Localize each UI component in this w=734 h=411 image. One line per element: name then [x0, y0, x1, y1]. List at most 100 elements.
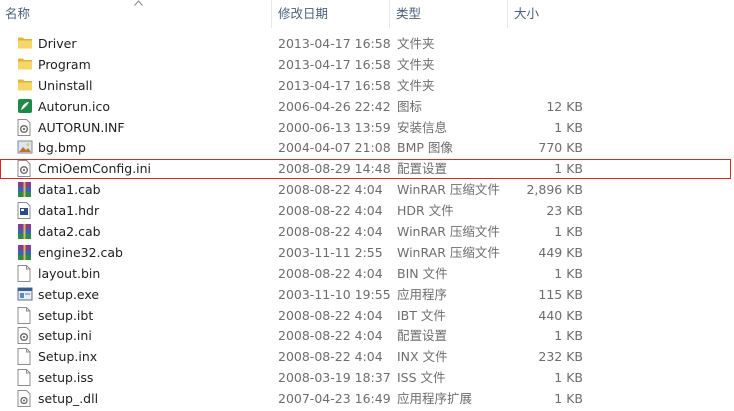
file-type: 应用程序 [397, 286, 448, 302]
file-row[interactable]: Autorun.ico 2006-04-26 22:42 图标 12 KB [0, 96, 734, 117]
file-type: BIN 文件 [397, 265, 448, 281]
file-row[interactable]: setup.ibt 2008-08-22 4:04 IBT 文件 440 KB [0, 305, 734, 326]
file-type: 文件夹 [397, 77, 435, 93]
file-type: 配置设置 [397, 328, 448, 344]
file-size: 232 KB [538, 349, 583, 365]
file-name: engine32.cab [38, 244, 123, 260]
file-row[interactable]: data1.hdr 2008-08-22 4:04 HDR 文件 23 KB [0, 200, 734, 221]
file-row[interactable]: setup.exe 2003-11-10 19:55 应用程序 115 KB [0, 284, 734, 305]
file-row[interactable]: bg.bmp 2004-04-07 21:08 BMP 图像 770 KB [0, 137, 734, 158]
file-name: AUTORUN.INF [38, 119, 125, 135]
winrar-archive-icon [17, 244, 33, 261]
settings-file-icon [17, 118, 33, 136]
file-name: bg.bmp [38, 140, 86, 156]
folder-icon [17, 77, 33, 94]
file-row[interactable]: CmiOemConfig.ini 2008-08-29 14:48 配置设置 1 KB [0, 158, 734, 179]
file-row[interactable]: setup.iss 2008-03-19 18:37 ISS 文件 1 KB [0, 367, 734, 388]
file-size: 1 KB [554, 265, 583, 281]
file-type: 应用程序扩展 [397, 391, 473, 407]
blank-file-icon [17, 348, 33, 366]
file-date: 2007-04-23 16:49 [278, 391, 391, 407]
file-type: BMP 图像 [397, 140, 453, 156]
file-type: HDR 文件 [397, 203, 454, 219]
file-row[interactable]: Setup.inx 2008-08-22 4:04 INX 文件 232 KB [0, 346, 734, 367]
file-name: setup.iss [38, 370, 94, 386]
file-date: 2004-04-07 21:08 [278, 140, 391, 156]
file-type: 图标 [397, 98, 423, 114]
column-header-date[interactable]: 修改日期 [272, 0, 390, 28]
file-row[interactable]: setup_.dll 2007-04-23 16:49 应用程序扩展 1 KB [0, 388, 734, 409]
file-name: setup.ini [38, 328, 92, 344]
file-date: 2008-08-29 14:48 [278, 161, 391, 177]
file-row[interactable]: engine32.cab 2003-11-11 2:55 WinRAR 压缩文件 44… [0, 242, 734, 263]
file-type: 文件夹 [397, 36, 435, 51]
column-header-size[interactable]: 大小 [508, 0, 592, 28]
file-row[interactable]: Driver 2013-04-17 16:58 文件夹 [0, 33, 734, 54]
file-size: 1 KB [554, 370, 583, 386]
file-size: 770 KB [538, 140, 583, 156]
file-type: WinRAR 压缩文件 [397, 224, 500, 240]
file-name: layout.bin [38, 265, 101, 281]
file-size: 449 KB [538, 244, 583, 260]
file-row[interactable]: data2.cab 2008-08-22 4:04 WinRAR 压缩文件 1 KB [0, 221, 734, 242]
image-file-icon [17, 139, 33, 156]
file-name: CmiOemConfig.ini [38, 161, 152, 177]
sort-ascending-icon [134, 0, 143, 6]
file-name: data1.cab [38, 182, 101, 198]
file-row[interactable]: setup.ini 2008-08-22 4:04 配置设置 1 KB [0, 325, 734, 346]
file-size: 1 KB [554, 391, 583, 407]
file-date: 2013-04-17 16:58 [278, 56, 391, 72]
file-date: 2008-08-22 4:04 [278, 307, 383, 323]
column-header-type[interactable]: 类型 [390, 0, 508, 28]
file-date: 2008-08-22 4:04 [278, 203, 383, 219]
file-type: IBT 文件 [397, 307, 446, 323]
ico-file-icon [17, 98, 33, 115]
file-size: 12 KB [546, 98, 583, 114]
file-name: setup.exe [38, 286, 100, 302]
file-name: Driver [38, 36, 77, 51]
file-size: 2,896 KB [526, 182, 583, 198]
column-header-bar: 名称 修改日期 类型 大小 [0, 0, 734, 28]
exe-file-icon [17, 286, 33, 303]
dll-file-icon [17, 390, 33, 408]
hdr-file-icon [17, 202, 33, 220]
file-size: 1 KB [554, 119, 583, 135]
file-type: 文件夹 [397, 56, 435, 72]
settings-file-icon [17, 160, 33, 178]
file-type: 配置设置 [397, 161, 448, 177]
file-name: Setup.inx [38, 349, 98, 365]
file-date: 2008-08-22 4:04 [278, 182, 383, 198]
file-row[interactable]: AUTORUN.INF 2000-06-13 13:59 安装信息 1 KB [0, 117, 734, 138]
file-type: WinRAR 压缩文件 [397, 182, 500, 198]
file-type: 安装信息 [397, 119, 448, 135]
file-row[interactable]: layout.bin 2008-08-22 4:04 BIN 文件 1 KB [0, 263, 734, 284]
blank-file-icon [17, 369, 33, 387]
file-size: 23 KB [546, 203, 583, 219]
file-size [510, 54, 583, 75]
file-row[interactable]: Uninstall 2013-04-17 16:58 文件夹 [0, 75, 734, 96]
file-date: 2008-08-22 4:04 [278, 224, 383, 240]
file-size: 1 KB [554, 328, 583, 344]
file-date: 2003-11-10 19:55 [278, 286, 391, 302]
blank-file-icon [17, 264, 33, 282]
file-date: 2008-08-22 4:04 [278, 349, 383, 365]
file-name: Uninstall [38, 77, 93, 93]
file-type: WinRAR 压缩文件 [397, 244, 500, 260]
file-list: Driver 2013-04-17 16:58 文件夹 Program 2013-04-… [0, 33, 734, 409]
file-date: 2008-08-22 4:04 [278, 265, 383, 281]
file-size: 1 KB [554, 161, 583, 177]
blank-file-icon [17, 306, 33, 324]
file-name: setup.ibt [38, 307, 94, 323]
file-row[interactable]: data1.cab 2008-08-22 4:04 WinRAR 压缩文件 2,896… [0, 179, 734, 200]
file-date: 2008-08-22 4:04 [278, 328, 383, 344]
file-date: 2013-04-17 16:58 [278, 36, 391, 51]
file-size: 115 KB [538, 286, 583, 302]
file-date: 2008-03-19 18:37 [278, 370, 391, 386]
file-name: setup_.dll [38, 391, 99, 407]
file-row[interactable]: Program 2013-04-17 16:58 文件夹 [0, 54, 734, 75]
file-date: 2013-04-17 16:58 [278, 77, 391, 93]
file-name: data1.hdr [38, 203, 100, 219]
folder-icon [17, 35, 33, 52]
file-size: 440 KB [538, 307, 583, 323]
winrar-archive-icon [17, 181, 33, 198]
